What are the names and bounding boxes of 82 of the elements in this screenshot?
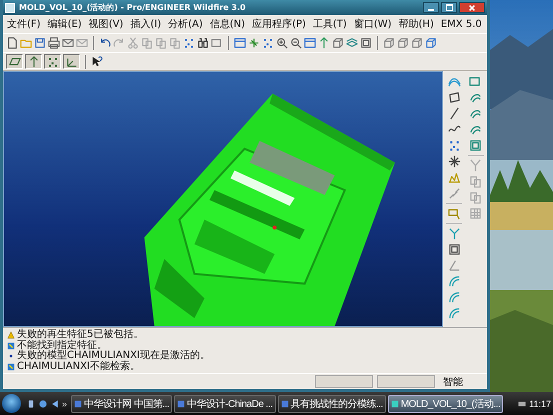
copy-icon[interactable] xyxy=(141,37,153,49)
menu-item[interactable]: EMX 5.0 xyxy=(440,18,482,30)
round-icon[interactable] xyxy=(448,291,461,304)
grid-icon[interactable] xyxy=(469,207,482,220)
app-icon xyxy=(5,2,15,12)
menu-item[interactable]: 帮助(H) xyxy=(398,17,434,31)
error-icon xyxy=(7,362,15,371)
status-field xyxy=(377,375,435,388)
menu-item[interactable]: 信息(N) xyxy=(210,17,246,31)
save-icon[interactable] xyxy=(34,37,46,49)
close-button[interactable] xyxy=(459,2,485,13)
coordinate-system-icon xyxy=(66,56,78,68)
zoom-out-icon[interactable] xyxy=(290,37,302,49)
message-text: 不能找到指定特征。 xyxy=(17,340,107,350)
window-icon xyxy=(390,400,399,408)
line-icon[interactable] xyxy=(448,107,461,120)
clock: 11:17 xyxy=(529,398,551,408)
new-document-icon[interactable] xyxy=(6,37,18,49)
shaded-cube-icon[interactable] xyxy=(425,37,437,49)
datum-plane-toggle[interactable] xyxy=(6,54,23,69)
note-icon[interactable] xyxy=(448,207,461,220)
message-text: 失败的再生特征5已被包括。 xyxy=(17,330,144,340)
datum-axis-toggle[interactable] xyxy=(25,54,42,69)
frame-icon[interactable] xyxy=(469,75,482,88)
help-pointer-icon[interactable] xyxy=(91,56,103,68)
taskbar-button[interactable]: 中华设计网 中国第... xyxy=(71,394,172,412)
copy-icon[interactable] xyxy=(469,191,482,204)
copy-icon[interactable] xyxy=(169,37,181,49)
coordinate-system-toggle[interactable] xyxy=(63,54,80,69)
menu-item[interactable]: 工具(T) xyxy=(312,17,347,31)
maximize-button[interactable] xyxy=(441,2,457,13)
datum-axis-icon xyxy=(28,56,40,68)
window-icon xyxy=(74,400,82,408)
datum-plane-icon xyxy=(8,56,20,68)
menu-item[interactable]: 文件(F) xyxy=(7,17,41,31)
envelope-icon[interactable] xyxy=(62,37,74,49)
views-icon[interactable] xyxy=(332,37,344,49)
overflow-chevron[interactable]: » xyxy=(62,398,68,408)
spin-center-icon[interactable] xyxy=(248,37,260,49)
layers-icon[interactable] xyxy=(346,37,358,49)
taskbar-button[interactable]: 中华设计-ChinaDe ... xyxy=(174,394,276,412)
split-icon[interactable] xyxy=(469,159,482,172)
window-title: MOLD_VOL_10_(活动的) - Pro/ENGINEER Wildfire 3.0 xyxy=(19,2,247,13)
points-icon[interactable] xyxy=(262,37,274,49)
taskbar-button[interactable]: MOLD_VOL_10_(活动... xyxy=(388,394,504,412)
round-icon[interactable] xyxy=(448,275,461,288)
error-icon xyxy=(7,342,15,350)
points-icon[interactable] xyxy=(448,139,461,152)
binoculars-icon[interactable] xyxy=(197,37,209,49)
scissors-icon[interactable] xyxy=(127,37,139,49)
window-icon xyxy=(280,400,288,408)
taskbar-button[interactable]: 具有挑战性的分模练... xyxy=(278,394,386,412)
message-text: CHAIMULIANXI不能检索。 xyxy=(17,362,140,372)
message-text: 失败的模型CHAIMULIANXI现在是激活的。 xyxy=(17,351,210,361)
envelope-icon[interactable] xyxy=(76,37,88,49)
copy-icon[interactable] xyxy=(155,37,167,49)
menu-item[interactable]: 分析(A) xyxy=(168,17,203,31)
wireframe-cube-icon[interactable] xyxy=(397,37,409,49)
wireframe-cube-icon[interactable] xyxy=(383,37,395,49)
selection-filter[interactable]: 智能 xyxy=(439,374,483,388)
menu-item[interactable]: 应用程序(P) xyxy=(252,17,306,31)
datum-point-toggle[interactable] xyxy=(44,54,61,69)
warning-icon xyxy=(7,331,15,340)
undo-icon[interactable] xyxy=(99,37,111,49)
window-icon xyxy=(177,400,186,408)
points-icon[interactable] xyxy=(183,37,195,49)
wireframe-cube-icon[interactable] xyxy=(411,37,423,49)
close-icon xyxy=(468,4,476,12)
tee-icon[interactable] xyxy=(448,227,461,240)
menu-item[interactable]: 编辑(E) xyxy=(48,17,82,31)
menu-item[interactable]: 视图(V) xyxy=(88,17,124,31)
star-icon[interactable] xyxy=(448,155,461,168)
copy-icon[interactable] xyxy=(469,175,482,188)
zoom-in-icon[interactable] xyxy=(276,37,288,49)
menu-item[interactable]: 插入(I) xyxy=(130,17,162,31)
printer-icon[interactable] xyxy=(48,37,60,49)
round-icon[interactable] xyxy=(448,307,461,320)
start-button[interactable] xyxy=(2,394,21,413)
minimize-button[interactable] xyxy=(423,2,439,13)
datum-point-icon xyxy=(46,56,58,68)
menu-item[interactable]: 窗口(W) xyxy=(354,17,392,31)
status-field xyxy=(315,375,373,388)
